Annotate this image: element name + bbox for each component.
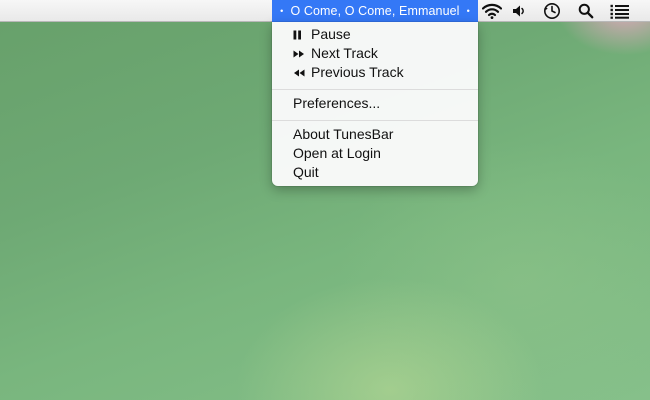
menu-bar: • O Come, O Come, Emmanuel • xyxy=(0,0,650,22)
wifi-icon[interactable] xyxy=(480,0,504,22)
menu-item-open-at-login[interactable]: Open at Login xyxy=(272,144,478,163)
volume-icon[interactable] xyxy=(508,0,530,22)
spotlight-search-icon[interactable] xyxy=(574,0,598,22)
menu-item-label: Preferences... xyxy=(293,95,381,111)
menu-item-previous-track[interactable]: Previous Track xyxy=(272,63,478,82)
menu-item-label: About TunesBar xyxy=(293,126,394,142)
rewind-icon xyxy=(293,69,307,77)
time-machine-icon[interactable] xyxy=(540,0,564,22)
menu-item-label: Pause xyxy=(311,26,351,42)
bullet-right: • xyxy=(466,6,470,16)
menu-item-quit[interactable]: Quit xyxy=(272,163,478,182)
menu-item-label: Open at Login xyxy=(293,145,381,161)
notification-center-icon[interactable] xyxy=(606,0,634,22)
menu-item-next-track[interactable]: Next Track xyxy=(272,44,478,63)
menu-item-label: Previous Track xyxy=(311,64,404,80)
menu-item-label: Quit xyxy=(293,164,319,180)
tunesbar-dropdown-menu: Pause Next Track Previous Track Preferen… xyxy=(272,22,478,186)
menu-item-label: Next Track xyxy=(311,45,378,61)
fast-forward-icon xyxy=(293,50,307,58)
pause-icon xyxy=(293,30,307,40)
tunesbar-status-item[interactable]: • O Come, O Come, Emmanuel • xyxy=(272,0,478,22)
menu-item-preferences[interactable]: Preferences... xyxy=(272,94,478,113)
menu-separator xyxy=(272,89,478,90)
menu-item-pause[interactable]: Pause xyxy=(272,25,478,44)
now-playing-title: O Come, O Come, Emmanuel xyxy=(290,4,460,18)
menu-item-about[interactable]: About TunesBar xyxy=(272,125,478,144)
bullet-left: • xyxy=(280,6,284,16)
menu-separator xyxy=(272,120,478,121)
